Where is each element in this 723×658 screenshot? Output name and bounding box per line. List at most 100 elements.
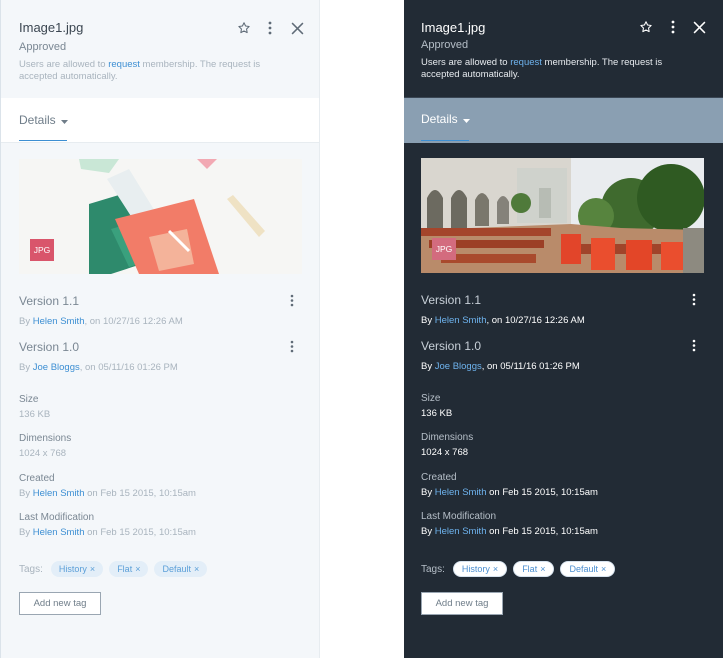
version-meta-date: , on 05/11/16 01:26 PM <box>481 361 580 372</box>
panel-header: Image1.jpg Approved Users are allowed to… <box>1 0 319 98</box>
file-status: Approved <box>19 41 67 53</box>
version-meta-date: , on 10/27/16 12:26 AM <box>84 316 183 327</box>
tag-list: Tags: History × Flat × Default × <box>421 561 616 577</box>
description-text-start: Users are allowed to <box>19 59 109 70</box>
preview-illustration <box>421 158 704 273</box>
more-vertical-icon[interactable] <box>290 340 294 358</box>
property-date: on Feb 15 2015, 10:15am <box>486 487 598 498</box>
property-label: Created <box>19 473 55 484</box>
tag-chip[interactable]: Flat × <box>109 561 149 577</box>
tag-chip-label: History <box>58 564 87 574</box>
remove-tag-icon[interactable]: × <box>135 564 140 574</box>
property-label: Size <box>421 393 441 404</box>
tag-chip-label: Default <box>569 564 598 574</box>
image-preview: JPG <box>421 158 704 273</box>
add-new-tag-button[interactable]: Add new tag <box>421 592 503 615</box>
remove-tag-icon[interactable]: × <box>194 564 199 574</box>
tab-details[interactable]: Details <box>19 113 68 127</box>
tag-chip-label: Default <box>162 564 191 574</box>
version-title: Version 1.1 <box>19 294 80 308</box>
more-vertical-icon[interactable] <box>261 19 279 37</box>
remove-tag-icon[interactable]: × <box>540 564 545 574</box>
version-meta-prefix: By <box>421 361 435 372</box>
version-author-link[interactable]: Joe Bloggs <box>435 361 482 372</box>
tag-chip[interactable]: Default × <box>560 561 616 577</box>
property-value: By Helen Smith on Feb 15 2015, 10:15am <box>19 488 196 499</box>
tag-list: Tags: History × Flat × Default × <box>19 561 208 577</box>
tag-chip[interactable]: Default × <box>154 561 208 577</box>
tag-chip-label: History <box>461 564 490 574</box>
version-meta-date: , on 10/27/16 12:26 AM <box>486 315 585 326</box>
more-vertical-icon[interactable] <box>692 293 696 311</box>
file-type-badge: JPG <box>30 239 54 261</box>
version-meta-date: , on 05/11/16 01:26 PM <box>79 362 178 373</box>
property-created: Created By Helen Smith on Feb 15 2015, 1… <box>19 473 196 499</box>
version-item: Version 1.1 By Helen Smith, on 10/27/16 … <box>19 294 302 327</box>
property-value: 1024 x 768 <box>421 447 469 458</box>
more-vertical-icon[interactable] <box>290 294 294 312</box>
caret-down-icon <box>60 113 68 127</box>
version-author-link[interactable]: Helen Smith <box>33 316 85 327</box>
remove-tag-icon[interactable]: × <box>90 564 95 574</box>
tag-chip[interactable]: History × <box>452 561 508 577</box>
more-vertical-icon[interactable] <box>664 18 682 36</box>
property-size: Size 136 KB <box>421 393 452 419</box>
version-title: Version 1.0 <box>19 340 80 354</box>
star-icon[interactable] <box>235 19 253 37</box>
modifier-link[interactable]: Helen Smith <box>33 527 85 538</box>
property-label: Size <box>19 394 39 405</box>
remove-tag-icon[interactable]: × <box>493 564 498 574</box>
property-label: Last Modification <box>19 512 95 523</box>
close-icon[interactable] <box>690 18 708 36</box>
property-date: on Feb 15 2015, 10:15am <box>486 526 598 537</box>
tab-active-indicator <box>421 140 469 141</box>
add-new-tag-button[interactable]: Add new tag <box>19 592 101 615</box>
tab-details-label: Details <box>19 113 56 127</box>
version-meta: By Joe Bloggs, on 05/11/16 01:26 PM <box>421 361 704 372</box>
tab-bar: Details <box>404 98 723 143</box>
tags-label: Tags: <box>421 563 445 575</box>
version-meta: By Joe Bloggs, on 05/11/16 01:26 PM <box>19 362 302 373</box>
property-date: on Feb 15 2015, 10:15am <box>84 488 196 499</box>
property-prefix: By <box>19 527 33 538</box>
property-label: Last Modification <box>421 511 497 522</box>
version-title: Version 1.1 <box>421 293 482 307</box>
property-label: Created <box>421 472 457 483</box>
remove-tag-icon[interactable]: × <box>601 564 606 574</box>
star-icon[interactable] <box>637 18 655 36</box>
property-label: Dimensions <box>19 433 72 444</box>
property-date: on Feb 15 2015, 10:15am <box>84 527 196 538</box>
description-text-start: Users are allowed to <box>421 57 511 68</box>
tag-chip[interactable]: Flat × <box>513 561 555 577</box>
version-title: Version 1.0 <box>421 339 482 353</box>
property-value: 136 KB <box>421 408 453 419</box>
version-meta: By Helen Smith, on 10/27/16 12:26 AM <box>421 315 704 326</box>
modifier-link[interactable]: Helen Smith <box>435 526 487 537</box>
tab-details[interactable]: Details <box>421 112 470 126</box>
property-value: By Helen Smith on Feb 15 2015, 10:15am <box>421 526 598 537</box>
version-author-link[interactable]: Joe Bloggs <box>33 362 80 373</box>
property-dimensions: Dimensions 1024 x 768 <box>19 433 71 459</box>
tag-chip-label: Flat <box>522 564 538 574</box>
property-size: Size 136 KB <box>19 394 50 420</box>
property-value: 1024 x 768 <box>19 448 67 459</box>
file-title: Image1.jpg <box>19 20 84 35</box>
property-dimensions: Dimensions 1024 x 768 <box>421 432 473 458</box>
property-prefix: By <box>421 526 435 537</box>
tag-chip[interactable]: History × <box>50 561 104 577</box>
more-vertical-icon[interactable] <box>692 339 696 357</box>
property-value: By Helen Smith on Feb 15 2015, 10:15am <box>421 487 598 498</box>
request-link[interactable]: request <box>108 59 140 70</box>
version-meta-prefix: By <box>19 362 33 373</box>
tab-bar: Details <box>1 98 319 143</box>
details-panel-light: Image1.jpg Approved Users are allowed to… <box>0 0 320 658</box>
creator-link[interactable]: Helen Smith <box>435 487 487 498</box>
close-icon[interactable] <box>288 19 306 37</box>
panel-header: Image1.jpg Approved Users are allowed to… <box>404 0 723 98</box>
details-panel-dark: Image1.jpg Approved Users are allowed to… <box>404 0 723 658</box>
version-author-link[interactable]: Helen Smith <box>435 315 487 326</box>
creator-link[interactable]: Helen Smith <box>33 488 85 499</box>
request-link[interactable]: request <box>510 57 542 68</box>
version-meta: By Helen Smith, on 10/27/16 12:26 AM <box>19 316 302 327</box>
tab-active-indicator <box>19 140 67 141</box>
